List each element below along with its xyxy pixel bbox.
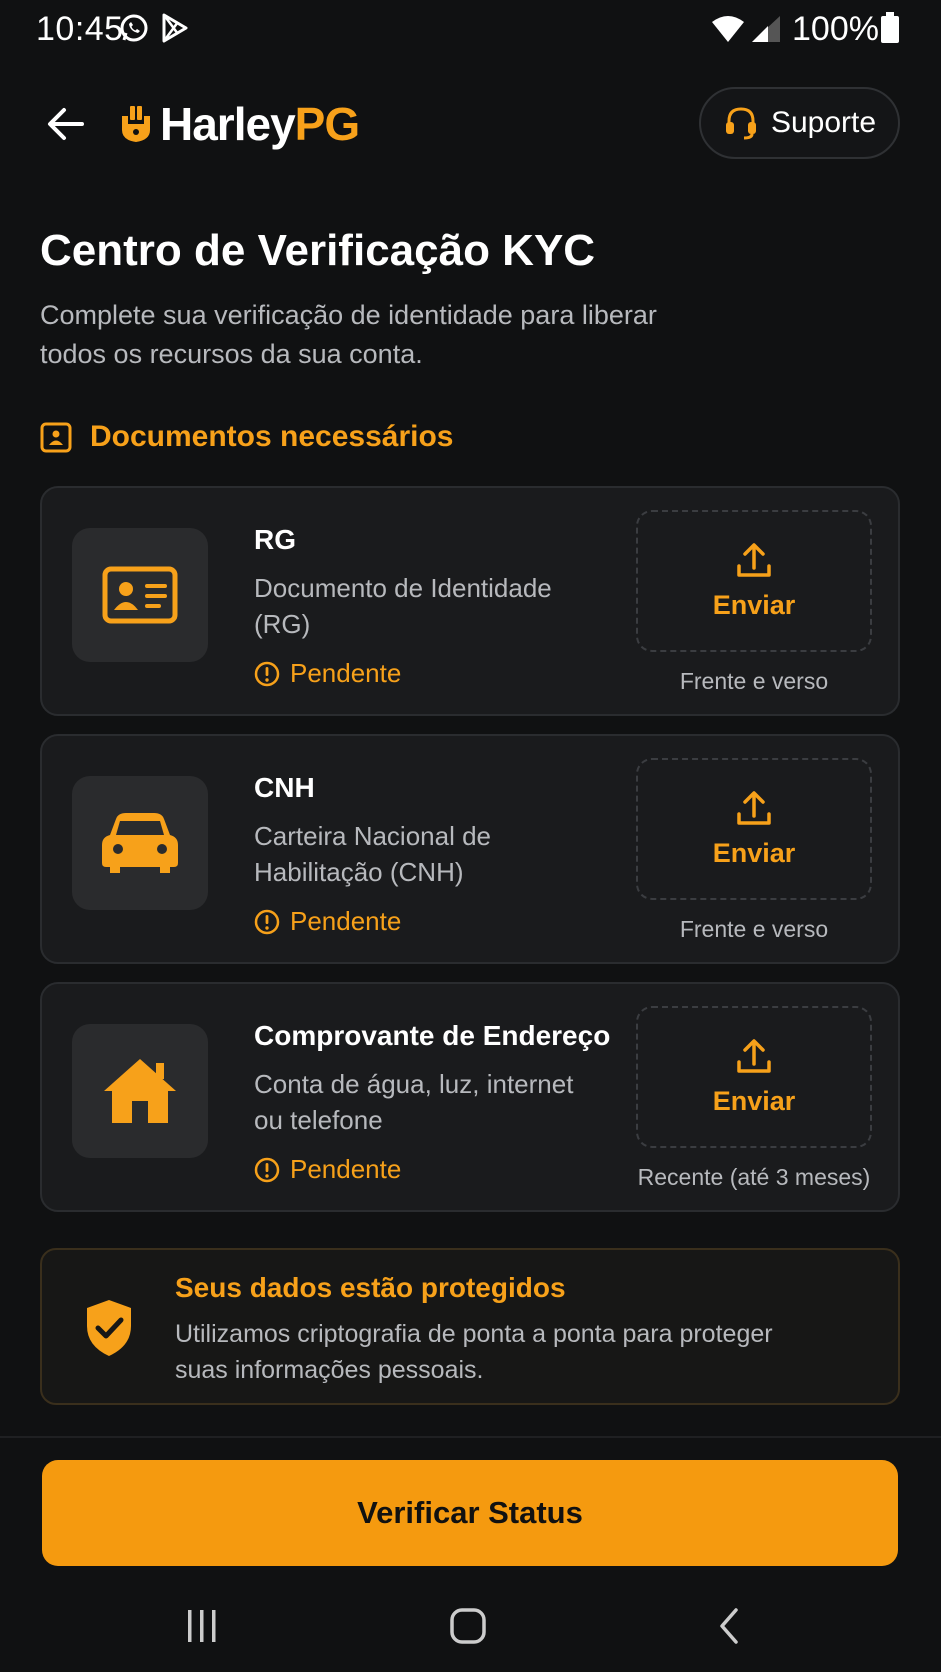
id-card-icon xyxy=(102,566,178,624)
support-label: Suporte xyxy=(770,106,877,139)
wifi-icon xyxy=(710,14,746,49)
upload-hint: Recente (até 3 meses) xyxy=(637,1164,871,1190)
document-icon-box xyxy=(72,776,208,910)
document-badge-icon xyxy=(40,422,72,453)
upload-button-address[interactable]: Enviar xyxy=(636,1006,872,1148)
verify-status-button[interactable]: Verificar Status xyxy=(42,1460,898,1566)
document-card-cnh: CNH Carteira Nacional de Habilitação (CN… xyxy=(40,734,900,964)
upload-icon xyxy=(737,542,771,577)
alert-circle-icon xyxy=(254,661,280,686)
status-badge: Pendente xyxy=(254,1154,401,1185)
verify-status-label: Verificar Status xyxy=(357,1495,583,1530)
divider xyxy=(0,1436,941,1438)
house-icon xyxy=(104,1059,176,1123)
play-store-icon xyxy=(160,12,190,49)
home-icon xyxy=(450,1608,486,1644)
section-title: Documentos necessários xyxy=(90,420,454,453)
document-description: Carteira Nacional de Habilitação (CNH) xyxy=(254,821,492,887)
upload-button-cnh[interactable]: Enviar xyxy=(636,758,872,900)
page-title: Centro de Verificação KYC xyxy=(40,226,596,275)
document-icon-box xyxy=(72,528,208,662)
system-navigation-bar xyxy=(0,1580,941,1672)
status-text: Pendente xyxy=(290,906,402,936)
headset-icon xyxy=(725,107,756,140)
notice-text: Utilizamos criptografia de ponta a ponta… xyxy=(175,1320,773,1384)
document-name: Comprovante de Endereço xyxy=(254,1020,611,1051)
upload-label: Enviar xyxy=(712,589,796,620)
upload-hint: Frente e verso xyxy=(679,916,829,942)
chevron-left-icon xyxy=(720,1608,738,1644)
battery-percentage: 100% xyxy=(792,10,879,48)
logo-text-orange: PG xyxy=(294,98,360,150)
upload-icon xyxy=(737,1038,771,1073)
whatsapp-icon xyxy=(118,12,150,49)
document-name: CNH xyxy=(254,772,315,803)
document-name: RG xyxy=(254,524,296,555)
kyc-screen: 10:45 100% HarleyPG Suporte Centro de Ve… xyxy=(0,0,941,1672)
status-badge: Pendente xyxy=(254,658,401,689)
signal-icon xyxy=(750,14,782,49)
home-button[interactable] xyxy=(428,1596,508,1656)
status-bar: 10:45 100% xyxy=(0,0,941,56)
recent-apps-button[interactable] xyxy=(162,1596,242,1656)
alert-circle-icon xyxy=(254,1157,280,1182)
upload-icon xyxy=(737,790,771,825)
upload-button-rg[interactable]: Enviar xyxy=(636,510,872,652)
app-header: HarleyPG Suporte xyxy=(0,84,941,164)
section-header: Documentos necessários xyxy=(40,420,453,454)
security-notice: Seus dados estão protegidos Utilizamos c… xyxy=(40,1248,900,1405)
logo-mark-icon xyxy=(122,106,150,142)
upload-hint: Frente e verso xyxy=(679,668,829,694)
arrow-left-icon xyxy=(48,108,84,140)
logo-text-white: Harley xyxy=(160,98,296,150)
shield-check-icon xyxy=(87,1300,131,1356)
recent-apps-icon xyxy=(188,1610,216,1642)
car-icon xyxy=(102,813,178,873)
upload-label: Enviar xyxy=(712,1085,796,1116)
notice-title: Seus dados estão protegidos xyxy=(175,1272,566,1303)
back-button[interactable] xyxy=(38,96,94,152)
status-text: Pendente xyxy=(290,1154,402,1184)
upload-label: Enviar xyxy=(712,837,796,868)
app-logo: HarleyPG xyxy=(116,98,360,150)
alert-circle-icon xyxy=(254,909,280,934)
system-back-button[interactable] xyxy=(690,1596,770,1656)
status-text: Pendente xyxy=(290,658,402,688)
document-icon-box xyxy=(72,1024,208,1158)
document-description: Documento de Identidade (RG) xyxy=(254,573,552,639)
battery-icon xyxy=(880,12,900,49)
status-time: 10:45 xyxy=(36,10,124,48)
status-badge: Pendente xyxy=(254,906,401,937)
document-description: Conta de água, luz, internet ou telefone xyxy=(254,1069,574,1135)
document-card-address: Comprovante de Endereço Conta de água, l… xyxy=(40,982,900,1212)
document-card-rg: RG Documento de Identidade (RG) Pendente… xyxy=(40,486,900,716)
support-button[interactable]: Suporte xyxy=(699,87,900,159)
page-subtitle: Complete sua verificação de identidade p… xyxy=(40,300,657,369)
